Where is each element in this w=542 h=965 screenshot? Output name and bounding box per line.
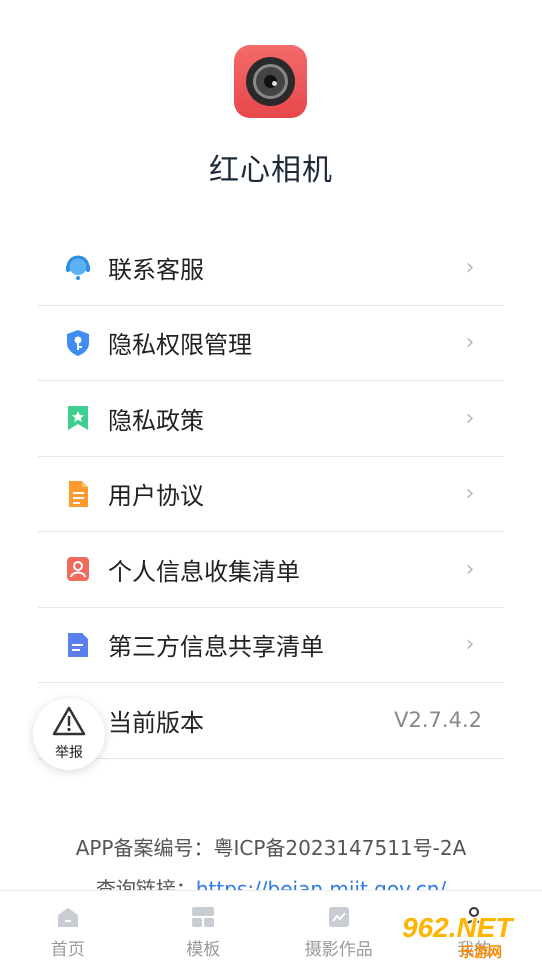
shield-key-icon <box>64 329 92 357</box>
menu-item-third-party-sharing[interactable]: 第三方信息共享清单 › <box>38 608 504 683</box>
menu-item-label: 个人信息收集清单 <box>108 557 300 586</box>
home-icon <box>57 908 78 927</box>
watermark-sub: 乐游网 <box>460 945 502 961</box>
icp-number: APP备案编号：粤ICP备2023147511号-2A <box>75 836 467 860</box>
menu-item-label: 第三方信息共享清单 <box>108 633 324 662</box>
person-card-icon <box>64 555 92 583</box>
chevron-right-icon: › <box>465 405 475 431</box>
chevron-right-icon: › <box>465 254 475 280</box>
tab-label: 模板 <box>186 940 221 960</box>
list-doc-icon <box>64 631 92 659</box>
menu-item-personal-info-list[interactable]: 个人信息收集清单 › <box>38 532 504 608</box>
menu-item-label: 联系客服 <box>108 255 204 284</box>
tab-works[interactable]: 摄影作品 <box>271 891 407 965</box>
settings-menu: 联系客服 › 隐私权限管理 › 隐私政策 › 用户协议 › 个人信息收集清单 ›… <box>38 230 504 759</box>
warning-icon <box>52 706 86 740</box>
tab-home[interactable]: 首页 <box>0 891 136 965</box>
report-button[interactable]: 举报 <box>33 698 105 770</box>
document-icon <box>64 480 92 508</box>
report-label: 举报 <box>55 745 83 761</box>
menu-item-label: 隐私权限管理 <box>108 331 252 360</box>
watermark-main: 962.NET <box>402 912 513 943</box>
chevron-right-icon: › <box>465 632 475 658</box>
menu-item-privacy-policy[interactable]: 隐私政策 › <box>38 381 504 457</box>
version-value: V2.7.4.2 <box>394 708 482 733</box>
menu-item-user-agreement[interactable]: 用户协议 › <box>38 457 504 532</box>
bookmark-star-icon <box>64 404 92 432</box>
template-icon <box>192 907 215 927</box>
customer-service-icon <box>64 253 92 281</box>
menu-item-privacy-permissions[interactable]: 隐私权限管理 › <box>38 306 504 381</box>
chevron-right-icon: › <box>465 481 475 507</box>
watermark-logo: 962.NET 乐游网 <box>402 912 542 962</box>
app-name: 红心相机 <box>209 153 333 188</box>
menu-item-label: 隐私政策 <box>108 406 204 435</box>
tab-label: 首页 <box>50 940 85 960</box>
header: 红心相机 <box>0 0 542 210</box>
tab-templates[interactable]: 模板 <box>136 891 272 965</box>
menu-item-label: 用户协议 <box>108 482 204 511</box>
photo-icon <box>328 907 349 927</box>
app-logo-icon <box>234 45 307 118</box>
chevron-right-icon: › <box>465 330 475 356</box>
menu-item-version: 当前版本 V2.7.4.2 <box>38 683 504 759</box>
version-label: 当前版本 <box>108 708 204 737</box>
chevron-right-icon: › <box>465 556 475 582</box>
tab-label: 摄影作品 <box>304 940 373 960</box>
menu-item-customer-service[interactable]: 联系客服 › <box>38 230 504 306</box>
